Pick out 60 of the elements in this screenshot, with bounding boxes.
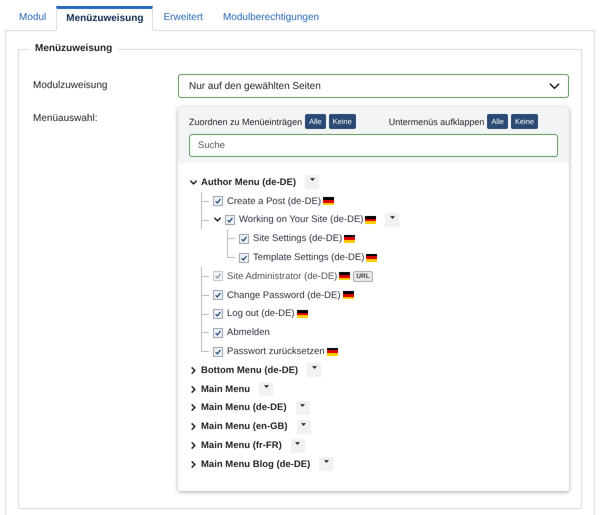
options-dropdown-button[interactable]	[296, 420, 311, 434]
caret-icon	[264, 385, 269, 389]
checkbox[interactable]	[213, 308, 223, 319]
checkbox[interactable]	[225, 214, 235, 225]
menu-title: Main Menu (de-DE)	[201, 402, 286, 414]
chevron-right-icon[interactable]	[189, 366, 198, 375]
checkbox[interactable]	[213, 328, 223, 338]
options-dropdown-button[interactable]	[296, 400, 310, 415]
options-dropdown-button[interactable]	[305, 175, 319, 190]
chevron-right-icon[interactable]	[189, 403, 198, 412]
caret-icon	[324, 460, 329, 464]
checkbox[interactable]	[239, 252, 249, 263]
menu-item-label: Change Password (de-DE)	[227, 290, 341, 301]
tab[interactable]: Modul	[9, 6, 56, 30]
chevron-right-icon[interactable]	[189, 384, 198, 394]
menu-item-label: Working on Your Site (de-DE)	[239, 214, 364, 226]
field-label: Modulzuweisung	[33, 79, 108, 93]
menu-item-label: Passwort zurücksetzen	[227, 346, 325, 358]
options-dropdown-button[interactable]	[385, 212, 400, 227]
options-dropdown-button[interactable]	[307, 363, 322, 378]
menu-item-label: Site Settings (de-DE)	[253, 233, 342, 244]
options-dropdown-button[interactable]	[290, 438, 305, 453]
menu-item-label: Log out (de-DE)	[227, 308, 295, 320]
checkbox[interactable]	[213, 196, 223, 206]
menu-item-label: Template Settings (de-DE)	[253, 252, 364, 264]
toolbar-label: Untermenüs aufklappen	[388, 116, 484, 126]
menu-title: Author Menu (de-DE)	[201, 176, 296, 188]
caret-icon	[310, 178, 314, 182]
tab[interactable]: Menüzuweisung	[56, 6, 154, 31]
menu-title: Main Menu (en-GB)	[201, 421, 288, 432]
menu-item-label: Abmelden	[227, 327, 270, 338]
caret-icon	[312, 366, 317, 370]
caret-icon	[295, 442, 300, 446]
caret-icon	[390, 216, 395, 220]
chevron-down-icon	[549, 82, 560, 90]
tab[interactable]: Modulberechtigungen	[212, 6, 330, 30]
chevron-down-icon[interactable]	[189, 178, 198, 187]
options-dropdown-button[interactable]	[259, 382, 274, 396]
chevron-right-icon[interactable]	[189, 460, 198, 469]
assignment-select[interactable]: Nur auf den gewählten Seiten	[178, 74, 569, 98]
menu-item-label: Create a Post (de-DE)	[227, 196, 321, 207]
chevron-down-icon[interactable]	[213, 215, 222, 224]
menu-title: Bottom Menu (de-DE)	[201, 364, 298, 376]
chevron-right-icon[interactable]	[189, 441, 198, 450]
caret-icon	[301, 422, 306, 426]
checkbox[interactable]	[213, 346, 223, 357]
chevron-right-icon[interactable]	[189, 422, 198, 432]
menu-title: Main Menu (fr-FR)	[201, 440, 282, 452]
checkbox[interactable]	[213, 290, 223, 300]
search-field[interactable]: Suche	[189, 134, 558, 157]
tab[interactable]: Erweitert	[153, 6, 213, 30]
caret-icon	[300, 404, 305, 408]
menu-title: Main Menu	[201, 384, 250, 395]
toolbar-label: Zuordnen zu Menüeinträgen	[189, 116, 302, 126]
field-label: Menüauswahl:	[33, 112, 98, 126]
menu-title: Main Menu Blog (de-DE)	[201, 458, 310, 470]
checkbox[interactable]	[239, 234, 249, 244]
options-dropdown-button[interactable]	[319, 457, 334, 472]
fieldset-legend: Menüzuweisung	[29, 43, 118, 54]
menu-item-label: Site Administrator (de-DE)	[227, 270, 338, 282]
